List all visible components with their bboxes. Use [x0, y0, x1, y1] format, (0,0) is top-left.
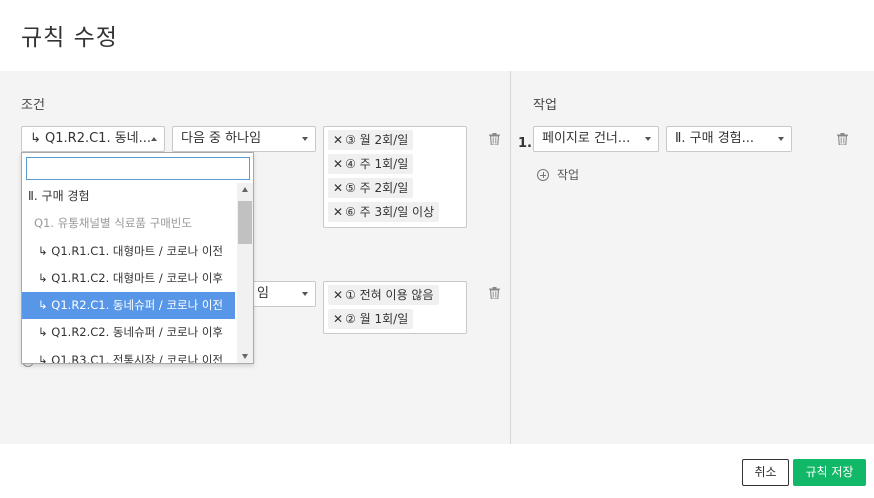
condition-1-field-value: ↳ Q1.R2.C1. 동네... [30, 131, 152, 146]
scroll-down-icon[interactable] [242, 354, 248, 359]
condition-1-operator-select[interactable]: 다음 중 하나임 [172, 126, 316, 152]
action-target-value: Ⅱ. 구매 경험... [675, 131, 755, 146]
dialog-title: 규칙 수정 [21, 25, 118, 51]
condition-1-operator-value: 다음 중 하나임 [181, 131, 262, 146]
dropdown-group-header: Ⅱ. 구매 경험 [28, 189, 90, 203]
condition-1-field-select[interactable]: ↳ Q1.R2.C1. 동네... [21, 126, 165, 152]
field-dropdown[interactable]: Ⅱ. 구매 경험 Q1. 유통채널별 식료품 구매빈도 ↳ Q1.R1.C1. … [21, 152, 254, 364]
dropdown-scrollbar[interactable] [237, 183, 253, 363]
value-tag[interactable]: ✕ ① 전혀 이용 않음 [328, 285, 439, 305]
dropdown-option[interactable]: ↳ Q1.R2.C2. 동네슈퍼 / 코로나 이후 [22, 319, 235, 346]
trash-icon[interactable] [837, 133, 848, 145]
add-action-label: 작업 [557, 168, 580, 182]
chevron-down-icon [302, 292, 308, 296]
value-tag[interactable]: ✕ ⑤ 주 2회/일 [328, 178, 414, 198]
add-circle-icon [537, 168, 549, 181]
chevron-down-icon [778, 137, 784, 141]
chevron-down-icon [645, 137, 651, 141]
value-tag[interactable]: ✕ ④ 주 1회/일 [328, 154, 414, 174]
cancel-button[interactable]: 취소 [742, 459, 789, 486]
remove-tag-icon[interactable]: ✕ [333, 312, 343, 326]
chevron-down-icon [302, 137, 308, 141]
remove-tag-icon[interactable]: ✕ [333, 133, 343, 147]
dropdown-search-input[interactable] [26, 157, 250, 180]
dropdown-options: Ⅱ. 구매 경험 Q1. 유통채널별 식료품 구매빈도 ↳ Q1.R1.C1. … [22, 183, 235, 363]
action-target-select[interactable]: Ⅱ. 구매 경험... [666, 126, 792, 152]
value-tag[interactable]: ✕ ③ 월 2회/일 [328, 130, 414, 150]
add-action-button[interactable]: 작업 [537, 166, 579, 183]
trash-icon[interactable] [489, 133, 500, 145]
condition-1-values[interactable]: ✕ ③ 월 2회/일 ✕ ④ 주 1회/일 ✕ ⑤ 주 2회/일 ✕ ⑥ 주 3회/일 … [323, 126, 467, 228]
actions-label: 작업 [533, 98, 557, 113]
dropdown-option-selected[interactable]: ↳ Q1.R2.C1. 동네슈퍼 / 코로나 이전 [22, 292, 235, 320]
dropdown-option[interactable]: ↳ Q1.R1.C1. 대형마트 / 코로나 이전 [22, 238, 235, 265]
value-tag[interactable]: ✕ ② 월 1회/일 [328, 309, 414, 329]
save-rule-button[interactable]: 규칙 저장 [793, 459, 866, 486]
action-number: 1. [518, 136, 532, 151]
dropdown-option[interactable]: ↳ Q1.R3.C1. 전통시장 / 코로나 이전 [22, 347, 235, 363]
remove-tag-icon[interactable]: ✕ [333, 288, 343, 302]
value-tag[interactable]: ✕ ⑥ 주 3회/일 이상 [328, 202, 440, 222]
conditions-label: 조건 [21, 98, 45, 113]
action-type-select[interactable]: 페이지로 건너... [533, 126, 659, 152]
remove-tag-icon[interactable]: ✕ [333, 157, 343, 171]
condition-2-values[interactable]: ✕ ① 전혀 이용 않음 ✕ ② 월 1회/일 [323, 281, 467, 334]
chevron-up-icon [151, 137, 157, 141]
remove-tag-icon[interactable]: ✕ [333, 181, 343, 195]
trash-icon[interactable] [489, 287, 500, 299]
remove-tag-icon[interactable]: ✕ [333, 205, 343, 219]
dropdown-option[interactable]: ↳ Q1.R1.C2. 대형마트 / 코로나 이후 [22, 265, 235, 292]
condition-2-operator-value: 임 [257, 286, 269, 301]
action-type-value: 페이지로 건너... [542, 131, 631, 146]
scroll-up-icon[interactable] [242, 187, 248, 192]
dropdown-subgroup-header: Q1. 유통채널별 식료품 구매빈도 [34, 216, 192, 231]
scrollbar-thumb[interactable] [238, 201, 252, 244]
